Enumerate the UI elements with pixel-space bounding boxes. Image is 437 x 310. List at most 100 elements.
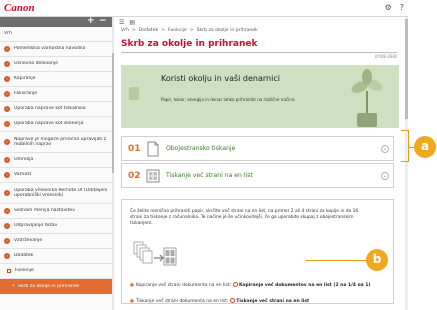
sidebar-item[interactable]: › Uporaba vmesnika Remote UI (Oddaljeni u… bbox=[0, 183, 113, 204]
sidebar-nav-list: Vrh › Pomembna varnostna navodila › Osnovno … bbox=[0, 27, 113, 294]
detail-intro-text: Če želite resnično prihraniti papir, skr… bbox=[130, 209, 359, 227]
sidebar-item[interactable]: › Osnovno delovanje bbox=[0, 57, 113, 72]
option-icon bbox=[232, 282, 238, 287]
feature-label[interactable]: Obojestransko tiskanje bbox=[166, 145, 235, 152]
duplex-page-icon bbox=[147, 141, 159, 156]
bullet-prefix: Kopiranje več strani dokumenta na en lis… bbox=[135, 283, 232, 288]
sidebar-item[interactable]: › Kopiranje bbox=[0, 72, 113, 87]
sidebar-item[interactable]: › Omrežja bbox=[0, 153, 113, 168]
feature-detail-panel: Če želite resnično prihraniti papir, skr… bbox=[121, 199, 394, 304]
expand-icon[interactable]: ⌄ bbox=[381, 172, 389, 180]
sidebar-item-label: Kopiranje bbox=[14, 76, 36, 82]
sidebar-item-label: Uporaba vmesnika Remote UI (Oddaljeni up… bbox=[14, 187, 108, 198]
sidebar-item[interactable]: › Seznam menija nastavitev bbox=[0, 204, 113, 219]
sidebar-item-label: Funkcije bbox=[15, 268, 34, 274]
sidebar-item[interactable]: › Varnost bbox=[0, 168, 113, 183]
expand-icon[interactable]: ⌄ bbox=[381, 145, 389, 153]
sidebar-item[interactable]: › Odpravljanje težav bbox=[0, 219, 113, 234]
content-pane: ☰ ▤ Vrh > Dodatek > Funkcije > Skrb za o… bbox=[115, 17, 405, 310]
top-bar: Canon ⚙ ? bbox=[0, 0, 408, 17]
breadcrumb-link[interactable]: Dodatek bbox=[139, 28, 158, 37]
sidebar-item[interactable]: › Uporaba naprave kot tiskalnika bbox=[0, 102, 113, 117]
sidebar-scroll-thumb[interactable] bbox=[112, 53, 114, 173]
gear-icon[interactable]: ⚙ bbox=[385, 3, 392, 12]
plant-illustration bbox=[351, 69, 383, 127]
sidebar-item[interactable]: Vrh bbox=[0, 27, 113, 42]
canon-logo: Canon bbox=[4, 2, 35, 14]
chevron-right-icon: › bbox=[4, 253, 10, 259]
feature-number: 02 bbox=[128, 170, 141, 181]
sidebar-item[interactable]: › Pomembna varnostna navodila bbox=[0, 42, 113, 57]
chevron-right-icon: › bbox=[4, 106, 10, 112]
bullet-item: ● Kopiranje več strani dokumenta na en li… bbox=[130, 282, 371, 288]
sidebar-item[interactable]: › Naprave je mogoče priročno upravljati z… bbox=[0, 132, 113, 153]
chevron-right-icon: › bbox=[4, 157, 10, 163]
chevron-right-icon: › bbox=[4, 61, 10, 67]
page-title: Skrb za okolje in prihranek bbox=[121, 39, 258, 49]
sidebar-item-label: Odpravljanje težav bbox=[14, 223, 58, 229]
sidebar-item-label: Vrh bbox=[4, 31, 12, 37]
sidebar-item-label: Faksiranje bbox=[14, 91, 38, 97]
sidebar-item-label: Pomembna varnostna navodila bbox=[14, 46, 86, 52]
sidebar-item[interactable]: › Faksiranje bbox=[0, 87, 113, 102]
option-icon bbox=[229, 298, 235, 303]
bag-icon bbox=[129, 87, 139, 100]
sidebar-scrollbar[interactable] bbox=[112, 17, 114, 310]
option-link[interactable]: Kopiranje več dokumentov na en list (2 n… bbox=[239, 283, 370, 288]
chevron-right-icon: › bbox=[4, 238, 10, 244]
content-toolbar: ☰ ▤ bbox=[115, 17, 405, 28]
chevron-right-icon: › bbox=[4, 208, 10, 214]
sidebar-item-label: Dodatek bbox=[14, 253, 34, 259]
sidebar-item[interactable]: Funkcije bbox=[0, 264, 113, 279]
sidebar-header: + − bbox=[0, 17, 113, 27]
chevron-right-icon: › bbox=[4, 190, 10, 196]
title-divider: 0YWE-0EW bbox=[121, 52, 397, 59]
content-scroll-thumb[interactable] bbox=[405, 19, 408, 119]
chevron-right-icon: › bbox=[4, 91, 10, 97]
chevron-right-icon: › bbox=[4, 76, 10, 82]
feature-number: 01 bbox=[128, 143, 141, 154]
chevron-right-icon: › bbox=[4, 172, 10, 178]
sidebar-item-label: Uporaba naprave kot skenerja bbox=[14, 121, 84, 127]
option-link[interactable]: Tiskanje več strani na en list bbox=[236, 299, 309, 304]
sidebar-item-label: Varnost bbox=[14, 172, 32, 178]
sidebar-item-label: Naprave je mogoče priročno upravljati z … bbox=[14, 136, 107, 147]
callout-b: b bbox=[366, 249, 388, 271]
sidebar-item-label: Vzdrževanje bbox=[14, 238, 43, 244]
sidebar-item-current[interactable]: • Skrb za okolje in prihranek bbox=[0, 279, 113, 294]
sidebar-item-label: Uporaba naprave kot tiskalnika bbox=[14, 106, 86, 112]
n-up-page-icon bbox=[146, 169, 160, 182]
bullet-item: ● Tiskanje več strani dokumenta na en lis… bbox=[130, 298, 310, 304]
sidebar-item[interactable]: › Uporaba naprave kot skenerja bbox=[0, 117, 113, 132]
banner-title: Koristi okolju in vaši denarnici bbox=[161, 74, 280, 83]
bullet-icon: • bbox=[12, 282, 15, 289]
feature-multiple-pages-per-sheet[interactable]: 02 Tiskanje več strani na en list ⌄ bbox=[121, 163, 394, 188]
list-icon[interactable]: ☰ bbox=[119, 19, 124, 26]
chevron-right-icon: › bbox=[4, 223, 10, 229]
pages-to-sheet-illustration bbox=[133, 241, 177, 266]
collapse-box-icon bbox=[7, 269, 11, 273]
sidebar-item-label: Omrežja bbox=[14, 157, 34, 163]
breadcrumb-current: Skrb za okolje in prihranek bbox=[196, 28, 258, 33]
collapse-all-button[interactable]: − bbox=[99, 17, 107, 26]
help-icon[interactable]: ? bbox=[400, 3, 404, 12]
feature-duplex-printing[interactable]: 01 Obojestransko tiskanje ⌄ bbox=[121, 136, 394, 161]
breadcrumb-link[interactable]: Vrh bbox=[121, 28, 129, 37]
sidebar-item[interactable]: › Dodatek bbox=[0, 249, 113, 264]
sidebar-item[interactable]: › Vzdrževanje bbox=[0, 234, 113, 249]
content-scrollbar[interactable] bbox=[405, 17, 408, 310]
eco-banner: Koristi okolju in vaši denarnici Papir, … bbox=[121, 65, 399, 128]
expand-all-button[interactable]: + bbox=[87, 17, 95, 26]
feature-label[interactable]: Tiskanje več strani na en list bbox=[166, 172, 253, 179]
chevron-right-icon: › bbox=[4, 46, 10, 52]
chevron-right-icon: › bbox=[4, 121, 10, 127]
chevron-right-icon: › bbox=[4, 139, 10, 145]
sidebar: + − Vrh › Pomembna varnostna navodila › Osno… bbox=[0, 17, 114, 310]
breadcrumb-separator: > bbox=[189, 28, 194, 33]
header-icons: ⚙ ? bbox=[385, 3, 404, 12]
print-icon[interactable]: ▤ bbox=[129, 19, 135, 26]
document-id: 0YWE-0EW bbox=[375, 54, 397, 59]
sidebar-item-label: Skrb za okolje in prihranek bbox=[17, 283, 80, 289]
breadcrumb-link[interactable]: Funkcije bbox=[168, 28, 187, 37]
sidebar-item-label: Osnovno delovanje bbox=[14, 61, 59, 67]
